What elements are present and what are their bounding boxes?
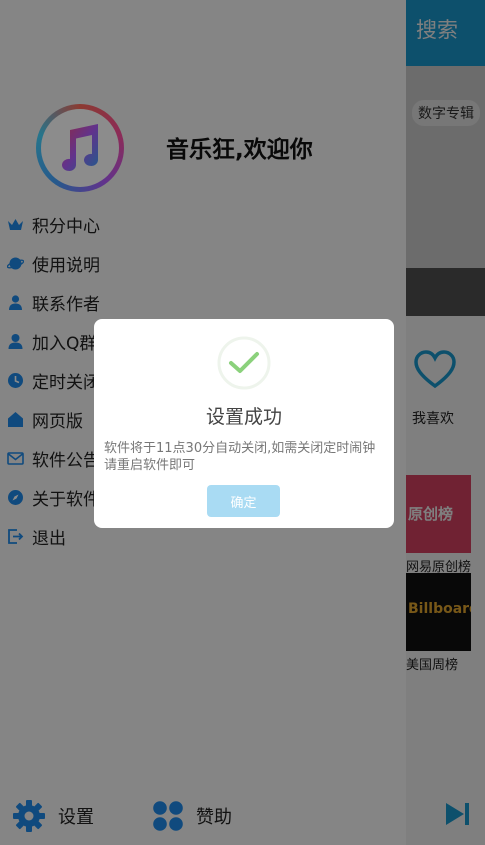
- dialog-message: 软件将于11点30分自动关闭,如需关闭定时闹钟请重启软件即可: [104, 441, 376, 473]
- confirm-button[interactable]: 确定: [207, 485, 280, 517]
- dialog-title: 设置成功: [205, 406, 282, 428]
- success-check-icon: [217, 336, 271, 390]
- success-dialog: 设置成功 软件将于11点30分自动关闭,如需关闭定时闹钟请重启软件即可 确定: [94, 319, 394, 528]
